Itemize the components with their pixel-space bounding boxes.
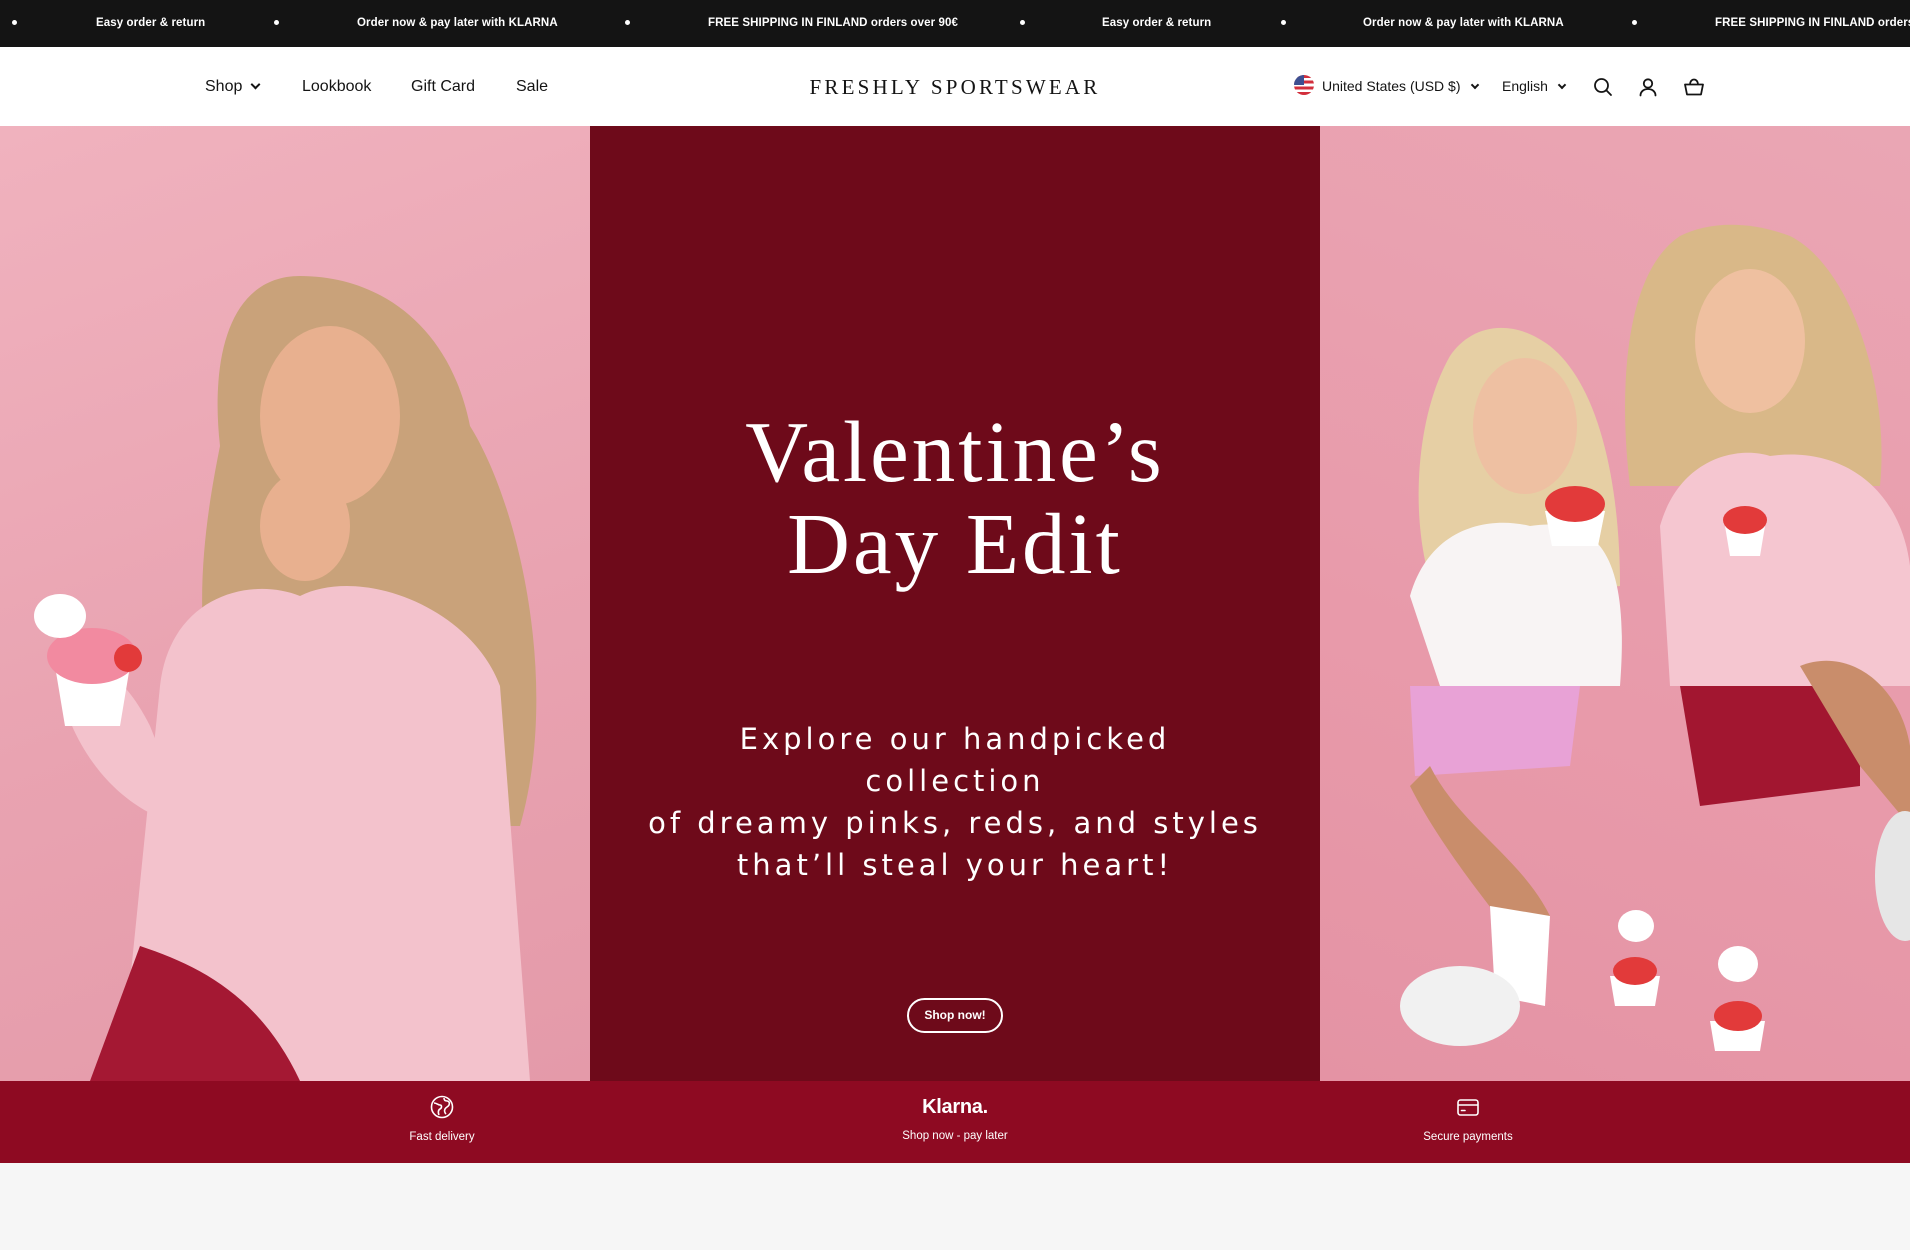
usp-fast-delivery: Fast delivery — [292, 1081, 592, 1163]
separator-dot — [12, 20, 17, 25]
language-selector[interactable]: English — [1502, 47, 1567, 126]
models-illustration-right — [1400, 224, 1910, 1051]
usp-fast-delivery-label: Fast delivery — [409, 1131, 475, 1143]
announcement-message: Easy order & return — [1102, 17, 1212, 29]
announcement-message: Order now & pay later with KLARNA — [1363, 17, 1564, 29]
hero-title-line-2: Day Edit — [787, 495, 1123, 592]
credit-card-icon — [1318, 1094, 1618, 1120]
country-selector[interactable]: United States (USD $) — [1294, 47, 1479, 126]
announcement-bar: Easy order & return Order now & pay late… — [0, 0, 1910, 47]
hero-image-right[interactable] — [1320, 126, 1910, 1081]
separator-dot — [1632, 20, 1637, 25]
logo-wrap: FRESHLY SPORTSWEAR — [0, 47, 1910, 126]
separator-dot — [1020, 20, 1025, 25]
hero-image-left[interactable] — [0, 126, 590, 1081]
announcement-message: FREE SHIPPING IN FINLAND orders o — [1715, 17, 1910, 29]
hero-subtitle: Explore our handpicked collection of dre… — [645, 718, 1265, 886]
site-header: Shop Lookbook Gift Card Sale FRESHLY SPO… — [0, 47, 1910, 126]
usp-klarna-label: Shop now - pay later — [902, 1130, 1008, 1142]
usp-bar: Fast delivery Klarna. Shop now - pay lat… — [0, 1081, 1910, 1163]
usp-klarna: Klarna. Shop now - pay later — [805, 1081, 1105, 1163]
nav-sale[interactable]: Sale — [516, 47, 548, 126]
chevron-down-icon — [1470, 80, 1479, 90]
separator-dot — [1281, 20, 1286, 25]
account-icon[interactable] — [1636, 75, 1660, 99]
chevron-down-icon — [250, 79, 261, 90]
announcement-message: Order now & pay later with KLARNA — [357, 17, 558, 29]
usp-secure-payments: Secure payments — [1318, 1081, 1618, 1163]
site-logo[interactable]: FRESHLY SPORTSWEAR — [810, 75, 1101, 99]
separator-dot — [625, 20, 630, 25]
announcement-message: FREE SHIPPING IN FINLAND orders over 90€ — [708, 17, 959, 29]
model-illustration-left — [34, 276, 537, 1081]
page-content-area — [0, 1163, 1910, 1250]
hero-subtitle-line-3: that’ll steal your heart! — [736, 848, 1174, 882]
hero-title: Valentine’s Day Edit — [590, 406, 1320, 590]
search-icon[interactable] — [1591, 75, 1615, 99]
shop-now-button[interactable]: Shop now! — [907, 998, 1003, 1033]
nav-shop-label: Shop — [205, 78, 243, 95]
us-flag-icon — [1294, 75, 1314, 96]
separator-dot — [274, 20, 279, 25]
globe-delivery-icon — [292, 1094, 592, 1120]
cart-icon[interactable] — [1682, 75, 1706, 99]
announcement-track: Easy order & return Order now & pay late… — [0, 0, 1910, 47]
nav-gift-card[interactable]: Gift Card — [411, 47, 475, 126]
country-label: United States (USD $) — [1322, 78, 1461, 94]
nav-shop[interactable]: Shop — [205, 47, 261, 126]
language-label: English — [1502, 78, 1548, 94]
usp-secure-payments-label: Secure payments — [1423, 1131, 1513, 1143]
hero-subtitle-line-1: Explore our handpicked collection — [739, 722, 1171, 798]
nav-lookbook[interactable]: Lookbook — [302, 47, 371, 126]
chevron-down-icon — [1557, 80, 1567, 90]
announcement-message: Easy order & return — [96, 17, 206, 29]
hero-title-line-1: Valentine’s — [745, 403, 1165, 500]
hero-subtitle-line-2: of dreamy pinks, reds, and styles — [648, 806, 1262, 840]
klarna-logo: Klarna. — [922, 1096, 988, 1118]
hero-content: Valentine’s Day Edit Explore our handpic… — [590, 126, 1320, 1081]
hero-banner: Valentine’s Day Edit Explore our handpic… — [0, 126, 1910, 1081]
